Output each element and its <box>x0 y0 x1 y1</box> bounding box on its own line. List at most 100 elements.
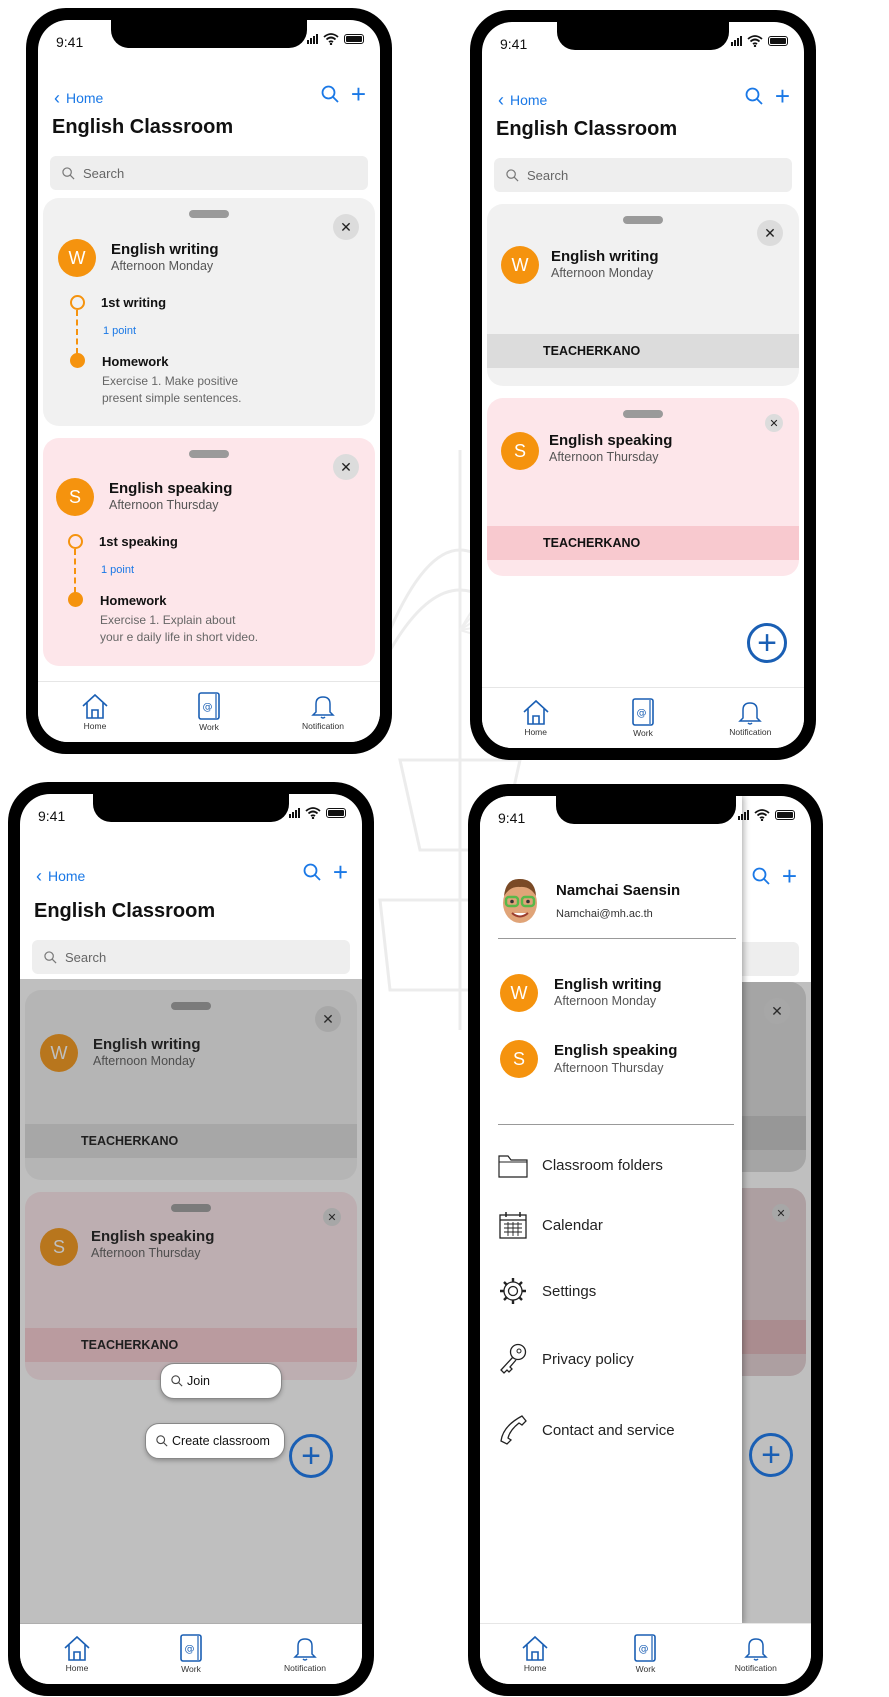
divider <box>498 938 736 939</box>
close-icon[interactable]: ✕ <box>333 214 359 240</box>
close-icon[interactable]: ✕ <box>765 414 783 432</box>
course-card-writing[interactable]: ✕ W English writing Afternoon Monday 1st… <box>43 198 375 426</box>
search-input[interactable]: Search <box>50 156 368 190</box>
svg-text:@: @ <box>185 1644 195 1655</box>
tab-notification[interactable]: Notification <box>283 693 363 731</box>
menu-contact-service[interactable]: Contact and service <box>498 1414 675 1446</box>
wifi-icon <box>747 35 763 47</box>
notch <box>111 20 307 48</box>
phone-icon <box>500 1415 527 1445</box>
search-input[interactable]: Search <box>32 940 350 974</box>
search-icon[interactable] <box>321 85 339 103</box>
course-card-speaking[interactable]: ✕ S English speaking Afternoon Thursday … <box>43 438 375 666</box>
plus-icon[interactable]: + <box>351 81 366 107</box>
search-icon[interactable] <box>745 87 763 105</box>
status-time: 9:41 <box>498 810 526 826</box>
search-placeholder: Search <box>65 949 107 965</box>
back-home-link[interactable]: ‹ Home <box>498 91 547 109</box>
chevron-left-icon: ‹ <box>36 866 42 886</box>
menu-calendar[interactable]: Calendar <box>498 1210 603 1240</box>
search-icon[interactable] <box>303 863 321 881</box>
close-icon[interactable]: ✕ <box>757 220 783 246</box>
back-home-link[interactable]: ‹ Home <box>54 89 104 107</box>
plus-icon[interactable]: + <box>333 859 348 885</box>
nav-actions: + <box>303 859 348 885</box>
tab-label: Work <box>199 722 219 732</box>
back-label: Home <box>48 868 86 884</box>
course-name: English writing <box>111 241 219 258</box>
course-card-speaking[interactable]: ✕ S English speaking Afternoon Thursday … <box>487 398 799 576</box>
tab-notification[interactable]: Notification <box>265 1635 345 1673</box>
signal-icon <box>731 36 742 46</box>
search-icon[interactable] <box>752 867 770 885</box>
tab-label: Notification <box>734 1663 777 1673</box>
close-icon[interactable]: ✕ <box>333 454 359 480</box>
drawer-course-name[interactable]: English writing <box>554 976 662 993</box>
tab-bar: Home @ Work Notification <box>20 1623 362 1684</box>
drag-handle[interactable] <box>623 216 663 224</box>
add-class-button[interactable]: + <box>747 623 787 663</box>
teacher-bar: TEACHERKANO <box>487 526 799 560</box>
search-icon <box>171 1375 183 1387</box>
drag-handle[interactable] <box>623 410 663 418</box>
tab-bar: Home @ Work Notification <box>482 687 804 748</box>
drawer-course-name[interactable]: English speaking <box>554 1042 677 1059</box>
back-home-link[interactable]: ‹ Home <box>36 866 86 886</box>
tab-home[interactable]: Home <box>37 1635 117 1673</box>
step-title: 1st writing <box>101 295 167 310</box>
step-point: 1 point <box>103 325 137 337</box>
menu-label: Classroom folders <box>542 1156 663 1174</box>
dim-overlay[interactable] <box>20 979 362 1624</box>
work-icon: @ <box>180 1634 202 1662</box>
folder-icon <box>498 1155 528 1178</box>
search-icon <box>44 950 57 963</box>
menu-classroom-folders[interactable]: Classroom folders <box>498 1152 663 1178</box>
tab-label: Home <box>65 1663 89 1673</box>
tab-work[interactable]: @ Work <box>169 692 249 732</box>
tab-home[interactable]: Home <box>496 699 576 737</box>
search-input[interactable]: Search <box>494 158 792 192</box>
add-class-button[interactable]: + <box>749 1433 793 1477</box>
homework-desc: Exercise 1. Explain about your e daily l… <box>100 613 259 644</box>
notch <box>555 796 736 824</box>
tab-home[interactable]: Home <box>495 1635 575 1673</box>
step-filled-dot <box>70 353 85 368</box>
back-label: Home <box>66 90 104 106</box>
step-point: 1 point <box>101 564 135 576</box>
step-connector <box>76 310 78 354</box>
tab-work[interactable]: @ Work <box>603 698 683 738</box>
create-classroom-button[interactable]: Create classroom <box>145 1423 285 1459</box>
menu-settings[interactable]: Settings <box>498 1276 596 1306</box>
tab-label: Notification <box>729 727 772 737</box>
plus-icon[interactable]: + <box>782 863 797 889</box>
step-title: 1st speaking <box>99 534 178 549</box>
user-name: Namchai Saensin <box>556 882 681 899</box>
plus-icon[interactable]: + <box>775 83 790 109</box>
tab-notification[interactable]: Notification <box>710 699 790 737</box>
tab-home[interactable]: Home <box>55 693 135 731</box>
battery-icon <box>768 36 788 46</box>
page-title: English Classroom <box>34 900 216 922</box>
phone-fab-menu-open: 9:41 ‹ Home + English Classroom Search ✕ … <box>8 782 374 1696</box>
step-open-circle <box>70 295 85 310</box>
menu-label: Calendar <box>542 1216 603 1234</box>
join-button[interactable]: Join <box>160 1363 282 1399</box>
course-avatar: S <box>501 432 539 470</box>
tab-notification[interactable]: Notification <box>716 1635 796 1673</box>
course-card-writing[interactable]: ✕ W English writing Afternoon Monday TEA… <box>487 204 799 386</box>
page-title: English Classroom <box>52 116 234 138</box>
home-icon <box>64 1635 90 1661</box>
add-class-button[interactable]: + <box>289 1434 333 1478</box>
tab-label: Notification <box>283 1663 327 1673</box>
tab-work[interactable]: @ Work <box>151 1634 231 1674</box>
drag-handle[interactable] <box>189 210 229 218</box>
drag-handle[interactable] <box>189 450 229 458</box>
homework-title: Homework <box>100 593 167 608</box>
status-icons <box>289 807 346 819</box>
memoji-avatar <box>503 878 537 923</box>
work-icon: @ <box>634 1634 657 1662</box>
course-avatar: W <box>501 246 539 284</box>
tab-work[interactable]: @ Work <box>605 1634 685 1674</box>
menu-privacy-policy[interactable]: Privacy policy <box>498 1342 634 1376</box>
course-avatar: W <box>500 974 538 1012</box>
